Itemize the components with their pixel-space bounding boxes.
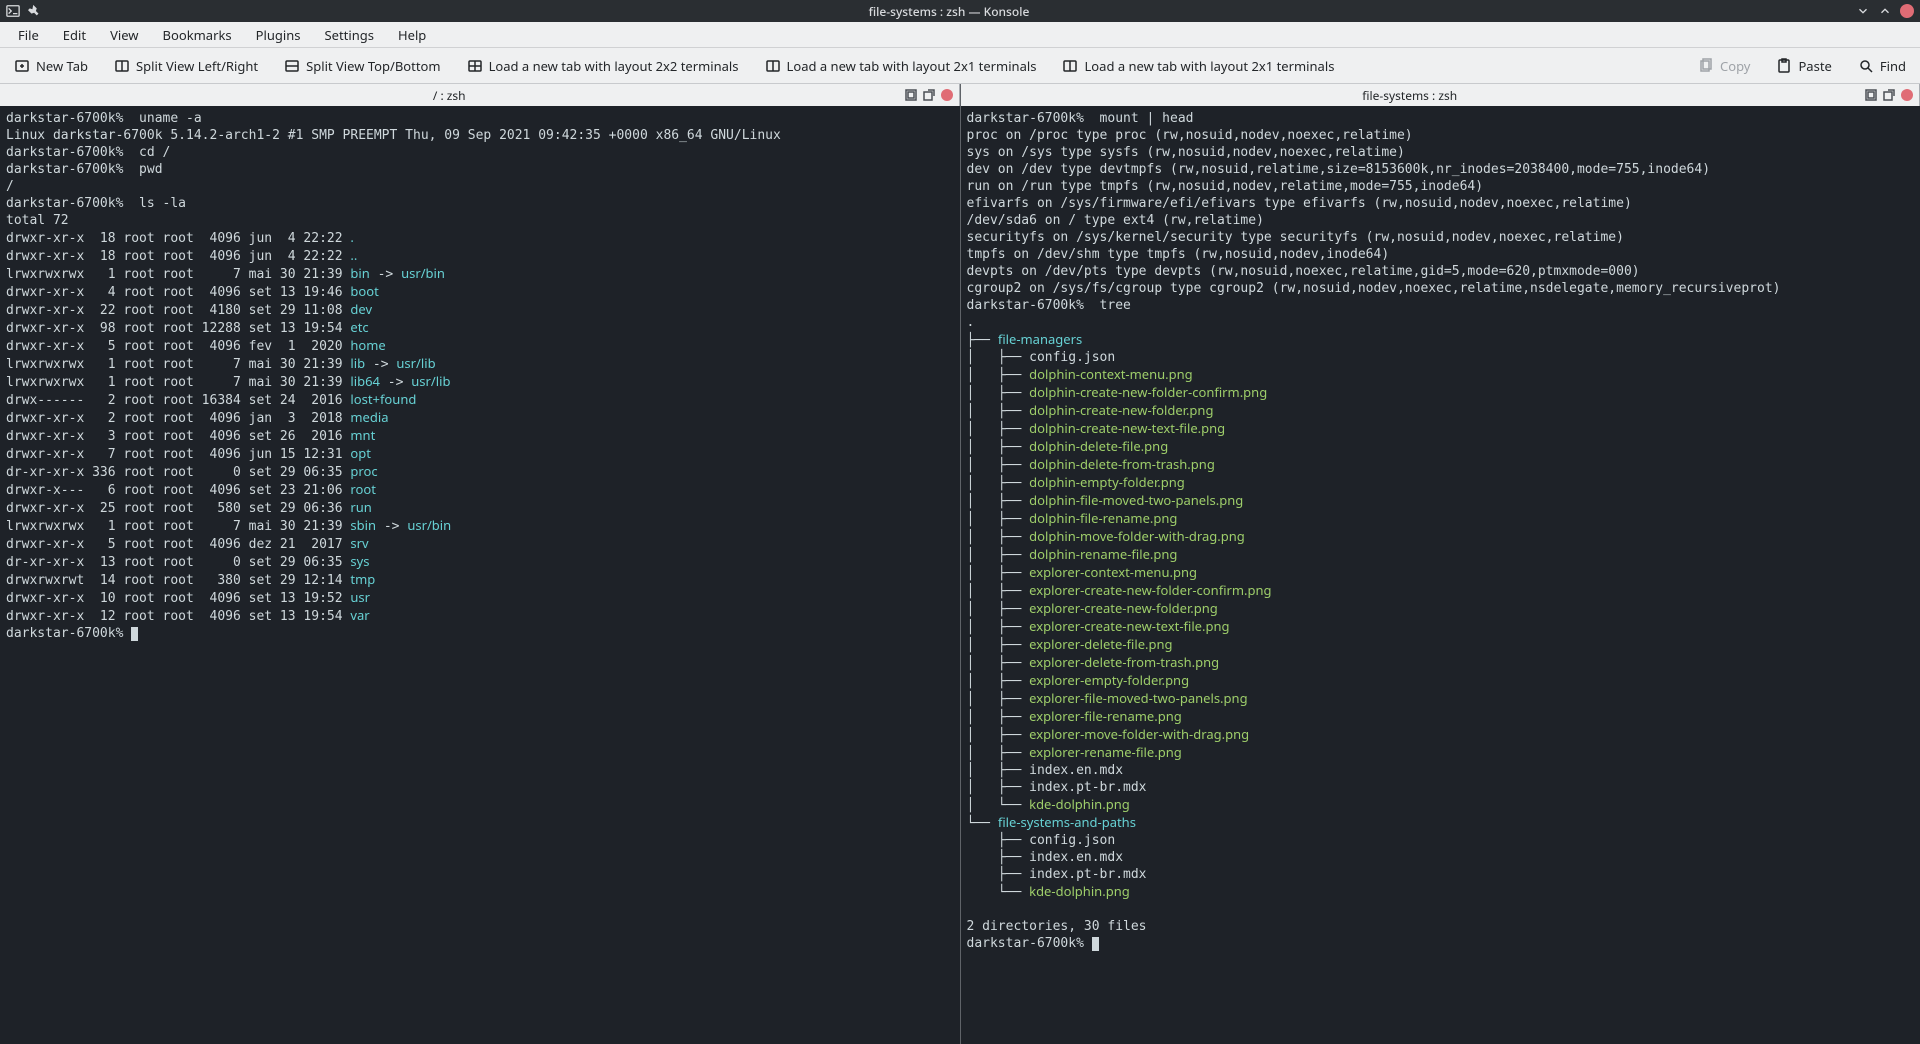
- find-button[interactable]: Find: [1854, 54, 1910, 78]
- layout-2x1-b-label: Load a new tab with layout 2x1 terminals: [1084, 57, 1334, 75]
- split-left-right-button[interactable]: Split View Left/Right: [110, 54, 262, 78]
- close-view-button[interactable]: [941, 89, 953, 101]
- layout-2x1-a-icon: [765, 58, 781, 74]
- copy-label: Copy: [1720, 57, 1750, 75]
- menu-plugins[interactable]: Plugins: [246, 23, 311, 47]
- titlebar: file-systems : zsh — Konsole: [0, 0, 1920, 22]
- left-pane: / : zsh darkstar-6700k% uname -a Linux d…: [0, 84, 961, 1044]
- left-terminal[interactable]: darkstar-6700k% uname -a Linux darkstar-…: [0, 106, 960, 1044]
- layout-2x1-a-button[interactable]: Load a new tab with layout 2x1 terminals: [761, 54, 1041, 78]
- menubar: File Edit View Bookmarks Plugins Setting…: [0, 22, 1920, 48]
- layout-2x1-b-button[interactable]: Load a new tab with layout 2x1 terminals: [1058, 54, 1338, 78]
- focus-icon[interactable]: [1865, 89, 1877, 101]
- left-tab[interactable]: / : zsh: [0, 84, 960, 106]
- right-tabstrip: file-systems : zsh: [961, 84, 1920, 106]
- copy-button[interactable]: Copy: [1694, 54, 1754, 78]
- layout-2x2-button[interactable]: Load a new tab with layout 2x2 terminals: [463, 54, 743, 78]
- menu-edit[interactable]: Edit: [53, 23, 96, 47]
- layout-2x1-b-icon: [1062, 58, 1078, 74]
- layout-2x2-label: Load a new tab with layout 2x2 terminals: [489, 57, 739, 75]
- right-tab-label: file-systems : zsh: [961, 87, 1860, 104]
- paste-label: Paste: [1798, 57, 1831, 75]
- close-view-button[interactable]: [1901, 89, 1913, 101]
- window-title: file-systems : zsh — Konsole: [42, 3, 1856, 20]
- maximize-button[interactable]: [1878, 4, 1892, 18]
- split-workspace: / : zsh darkstar-6700k% uname -a Linux d…: [0, 84, 1920, 1044]
- pin-icon[interactable]: [28, 4, 42, 18]
- close-button[interactable]: [1900, 4, 1914, 18]
- left-tabstrip: / : zsh: [0, 84, 960, 106]
- left-tab-label: / : zsh: [0, 87, 899, 104]
- toolbar: New Tab Split View Left/Right Split View…: [0, 48, 1920, 84]
- detach-icon[interactable]: [1883, 89, 1895, 101]
- split-top-bottom-button[interactable]: Split View Top/Bottom: [280, 54, 444, 78]
- menu-view[interactable]: View: [100, 23, 148, 47]
- right-terminal[interactable]: darkstar-6700k% mount | head proc on /pr…: [961, 106, 1920, 1044]
- right-tab[interactable]: file-systems : zsh: [961, 84, 1920, 106]
- focus-icon[interactable]: [905, 89, 917, 101]
- menu-file[interactable]: File: [8, 23, 49, 47]
- split-lr-label: Split View Left/Right: [136, 57, 258, 75]
- new-tab-label: New Tab: [36, 57, 88, 75]
- terminal-app-icon: [6, 4, 20, 18]
- detach-icon[interactable]: [923, 89, 935, 101]
- split-tb-icon: [284, 58, 300, 74]
- new-tab-icon: [14, 58, 30, 74]
- split-lr-icon: [114, 58, 130, 74]
- paste-icon: [1776, 58, 1792, 74]
- new-tab-button[interactable]: New Tab: [10, 54, 92, 78]
- paste-button[interactable]: Paste: [1772, 54, 1835, 78]
- menu-bookmarks[interactable]: Bookmarks: [153, 23, 242, 47]
- search-icon: [1858, 58, 1874, 74]
- right-pane: file-systems : zsh darkstar-6700k% mount…: [961, 84, 1920, 1044]
- find-label: Find: [1880, 57, 1906, 75]
- layout-2x1-a-label: Load a new tab with layout 2x1 terminals: [787, 57, 1037, 75]
- minimize-button[interactable]: [1856, 4, 1870, 18]
- layout-2x2-icon: [467, 58, 483, 74]
- copy-icon: [1698, 58, 1714, 74]
- split-tb-label: Split View Top/Bottom: [306, 57, 440, 75]
- menu-settings[interactable]: Settings: [315, 23, 384, 47]
- menu-help[interactable]: Help: [388, 23, 436, 47]
